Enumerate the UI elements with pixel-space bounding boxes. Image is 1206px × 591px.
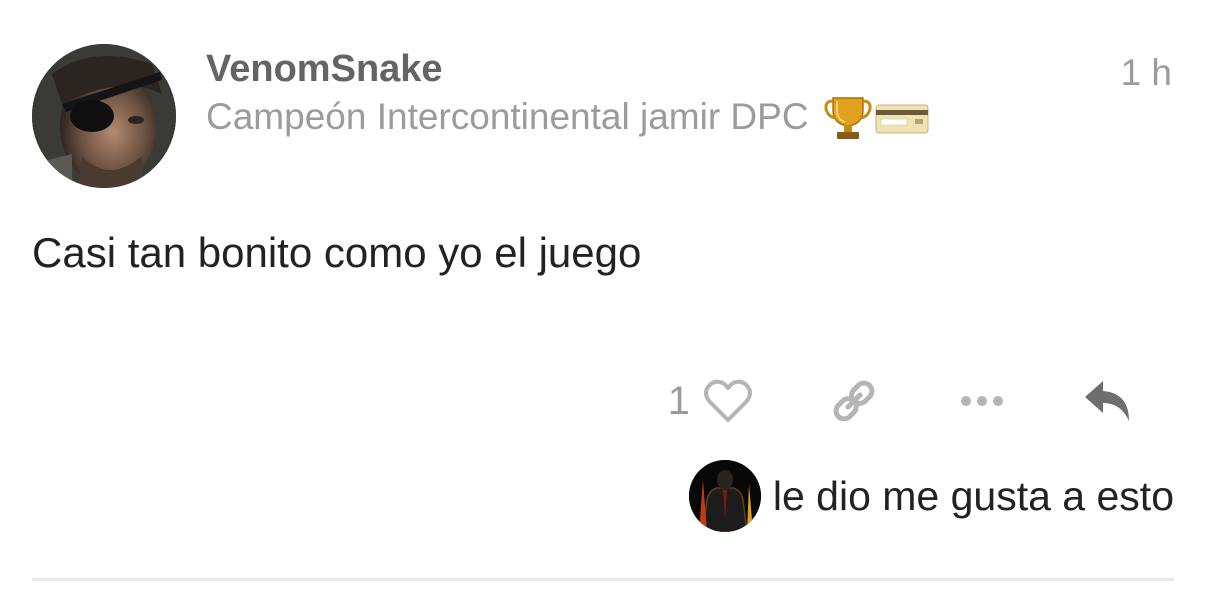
liked-by-text: le dio me gusta a esto [772,472,1174,519]
reply-button[interactable] [1080,373,1136,429]
heart-icon [703,379,753,422]
post-divider [32,578,1174,581]
credit-card-icon [875,97,929,137]
post: VenomSnake Campeón Intercontinental jami… [0,0,1206,591]
author-username[interactable]: VenomSnake [206,46,443,92]
trophy-icon [823,92,873,142]
post-time[interactable]: 1 h [1121,50,1172,96]
author-title-row: Campeón Intercontinental jamir DPC [206,92,929,142]
more-icon [961,396,1003,406]
dark-figure-avatar-icon [688,460,761,532]
post-body: Casi tan bonito como yo el juego [32,229,642,276]
liked-by-row: le dio me gusta a esto [688,458,1174,534]
like-button[interactable] [700,373,756,429]
reply-icon [1085,381,1129,421]
liker-avatar[interactable] [688,460,761,532]
post-actions: 1 [668,372,1136,430]
avatar-image [32,44,176,188]
author-avatar[interactable] [32,44,176,188]
more-options-button[interactable] [954,373,1010,429]
link-icon [833,380,875,422]
copy-link-button[interactable] [826,373,882,429]
like-count[interactable]: 1 [668,379,690,424]
author-title: Campeón Intercontinental jamir DPC [206,96,809,137]
